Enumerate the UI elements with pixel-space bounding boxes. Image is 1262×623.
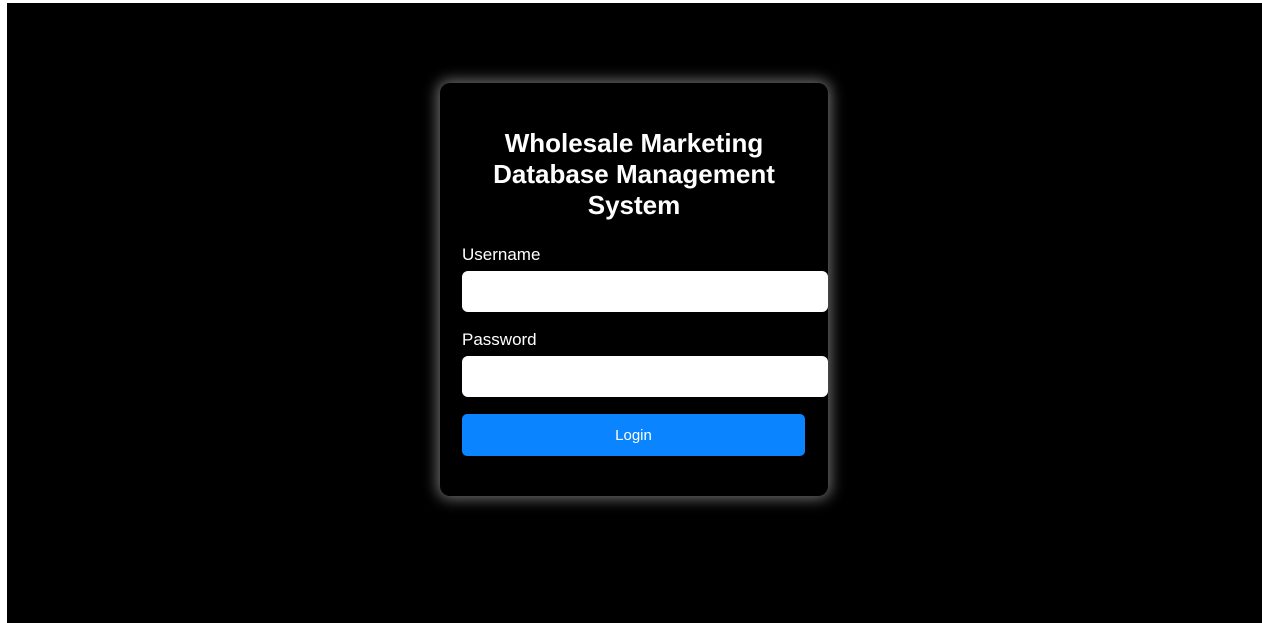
username-input[interactable] — [462, 271, 828, 312]
password-input[interactable] — [462, 356, 828, 397]
username-label: Username — [462, 245, 541, 264]
page-background: Wholesale Marketing Database Management … — [7, 3, 1262, 623]
login-button[interactable]: Login — [462, 414, 805, 456]
password-label: Password — [462, 330, 537, 349]
login-title: Wholesale Marketing Database Management … — [493, 128, 775, 220]
login-card: Wholesale Marketing Database Management … — [440, 83, 828, 496]
